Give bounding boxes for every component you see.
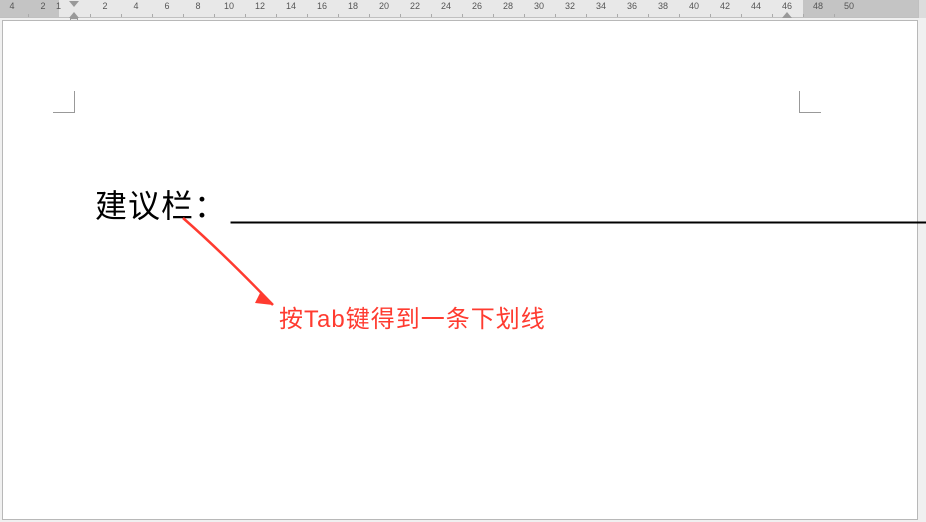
ruler-tick: 22 xyxy=(410,2,420,11)
scroll-corner xyxy=(918,0,926,18)
right-indent-marker[interactable] xyxy=(782,12,792,18)
ruler-tick: 36 xyxy=(627,2,637,11)
margin-corner-top-left xyxy=(53,91,75,113)
ruler-tick: 16 xyxy=(317,2,327,11)
ruler-tick: 42 xyxy=(720,2,730,11)
ruler-tick: 30 xyxy=(534,2,544,11)
first-line-indent-marker[interactable] xyxy=(69,1,79,7)
ruler-track: 4212468101214161820222426283032343638404… xyxy=(0,0,926,17)
horizontal-ruler[interactable]: 4212468101214161820222426283032343638404… xyxy=(0,0,926,18)
ruler-tick: 20 xyxy=(379,2,389,11)
ruler-tick: 10 xyxy=(224,2,234,11)
ruler-tick: 2 xyxy=(102,2,107,11)
ruler-tick: 32 xyxy=(565,2,575,11)
annotation-text: 按Tab键得到一条下划线 xyxy=(279,299,546,334)
ruler-tick: 40 xyxy=(689,2,699,11)
ruler-tick: 14 xyxy=(286,2,296,11)
ruler-tick: 1 xyxy=(56,2,61,11)
margin-corner-top-right xyxy=(799,91,821,113)
ruler-tick: 4 xyxy=(9,2,14,11)
ruler-tick: 4 xyxy=(133,2,138,11)
ruler-tick: 8 xyxy=(195,2,200,11)
ruler-tick: 18 xyxy=(348,2,358,11)
ruler-tick: 26 xyxy=(472,2,482,11)
ruler-tick: 44 xyxy=(751,2,761,11)
ruler-tick: 50 xyxy=(844,2,854,11)
tab-underline: ________________________________________… xyxy=(231,188,926,225)
ruler-tick: 24 xyxy=(441,2,451,11)
ruler-tick: 2 xyxy=(40,2,45,11)
ruler-tick: 46 xyxy=(782,2,792,11)
ruler-tick: 48 xyxy=(813,2,823,11)
ruler-tick: 34 xyxy=(596,2,606,11)
ruler-tick: 28 xyxy=(503,2,513,11)
ruler-tick: 12 xyxy=(255,2,265,11)
document-page[interactable]: 建议栏： ___________________________________… xyxy=(2,20,918,520)
ruler-tick: 6 xyxy=(164,2,169,11)
ruler-tick: 38 xyxy=(658,2,668,11)
